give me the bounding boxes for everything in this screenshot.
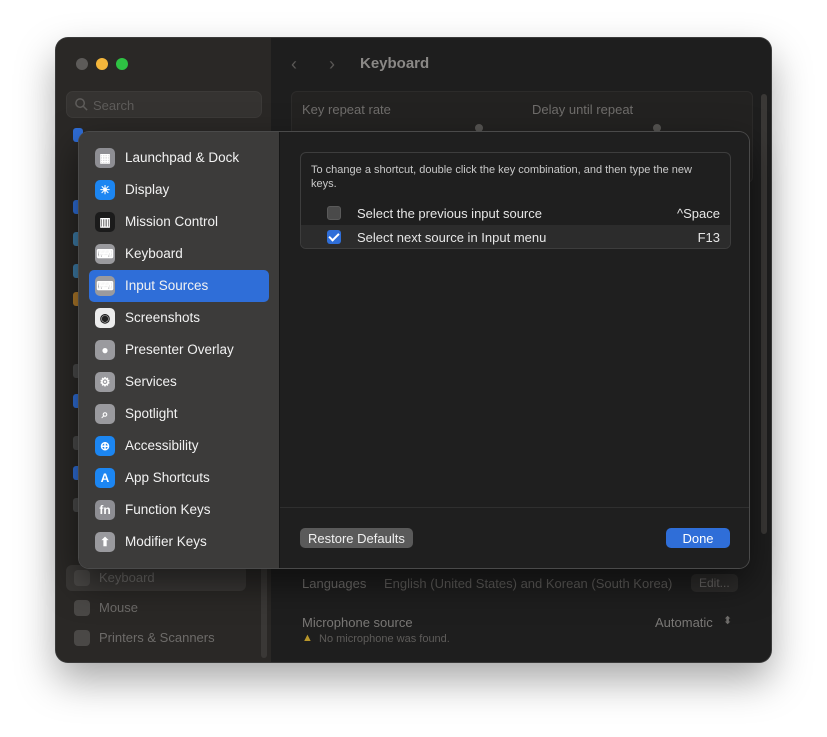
sidebar-item-mouse[interactable]: Mouse <box>66 595 246 621</box>
shortcut-key[interactable]: ^Space <box>677 206 720 221</box>
languages-edit-button[interactable]: Edit... <box>691 574 738 592</box>
microphone-warning-text: No microphone was found. <box>319 633 450 645</box>
warning-icon: ▲ <box>302 632 313 644</box>
mission-control-icon: ▥ <box>95 212 115 232</box>
printer-icon <box>74 630 90 646</box>
input-sources-icon: ⌨ <box>95 276 115 296</box>
category-app-shortcuts[interactable]: A App Shortcuts <box>89 462 269 494</box>
shortcut-checkbox[interactable] <box>327 206 341 220</box>
category-label: Modifier Keys <box>125 534 207 549</box>
microphone-source-label: Microphone source <box>302 615 413 630</box>
stepper-chevrons-icon[interactable]: ⬍ <box>723 614 732 627</box>
gear-icon: ⚙ <box>95 372 115 392</box>
category-launchpad-dock[interactable]: ▦ Launchpad & Dock <box>89 142 269 174</box>
restore-defaults-button[interactable]: Restore Defaults <box>300 528 413 548</box>
shortcuts-detail: To change a shortcut, double click the k… <box>280 132 749 568</box>
category-label: Presenter Overlay <box>125 342 234 357</box>
category-label: Input Sources <box>125 278 209 293</box>
main-scrollbar[interactable] <box>761 94 767 534</box>
sidebar-item-label: Keyboard <box>99 570 155 585</box>
shortcut-categories-list: ▦ Launchpad & Dock ☀ Display ▥ Mission Contro… <box>79 132 280 568</box>
search-icon <box>75 98 88 111</box>
window-title: Keyboard <box>360 55 430 72</box>
languages-value: English (United States) and Korean (Sout… <box>384 576 673 591</box>
category-label: Services <box>125 374 177 389</box>
shortcut-row[interactable]: Select next source in Input menu F13 <box>301 225 730 248</box>
keyboard-icon <box>74 570 90 586</box>
category-spotlight[interactable]: ⌕ Spotlight <box>89 398 269 430</box>
keyboard-icon: ⌨ <box>95 244 115 264</box>
languages-label: Languages <box>302 576 367 591</box>
category-label: Display <box>125 182 170 197</box>
zoom-window-button[interactable] <box>116 58 128 70</box>
screenshot-icon: ◉ <box>95 308 115 328</box>
keyboard-shortcuts-sheet: ▦ Launchpad & Dock ☀ Display ▥ Mission Contro… <box>79 132 749 568</box>
category-label: App Shortcuts <box>125 470 210 485</box>
search-icon: ⌕ <box>95 404 115 424</box>
shortcuts-table: To change a shortcut, double click the k… <box>300 152 731 249</box>
category-accessibility[interactable]: ⊕ Accessibility <box>89 430 269 462</box>
category-label: Launchpad & Dock <box>125 150 240 165</box>
back-chevron-icon[interactable]: ‹ <box>291 54 297 75</box>
microphone-source-value[interactable]: Automatic <box>655 615 713 630</box>
category-mission-control[interactable]: ▥ Mission Control <box>89 206 269 238</box>
category-function-keys[interactable]: fn Function Keys <box>89 494 269 526</box>
category-label: Accessibility <box>125 438 199 453</box>
sidebar-item-label: Mouse <box>99 600 139 615</box>
close-window-button[interactable] <box>76 58 88 70</box>
shortcut-key[interactable]: F13 <box>698 230 720 245</box>
accessibility-icon: ⊕ <box>95 436 115 456</box>
sidebar-item-printers[interactable]: Printers & Scanners <box>66 625 246 651</box>
key-repeat-slider-knob[interactable] <box>475 124 483 132</box>
sun-icon: ☀ <box>95 180 115 200</box>
shortcut-checkbox[interactable] <box>327 230 341 244</box>
category-label: Mission Control <box>125 214 219 229</box>
sidebar-item-keyboard[interactable]: Keyboard <box>66 565 246 591</box>
forward-chevron-icon[interactable]: › <box>329 54 335 75</box>
done-button[interactable]: Done <box>666 528 730 548</box>
shortcut-row[interactable]: Select the previous input source ^Space <box>301 201 730 225</box>
sidebar-search-field[interactable]: Search <box>66 91 262 118</box>
category-screenshots[interactable]: ◉ Screenshots <box>89 302 269 334</box>
category-label: Screenshots <box>125 310 201 325</box>
category-keyboard[interactable]: ⌨ Keyboard <box>89 238 269 270</box>
category-label: Keyboard <box>125 246 183 261</box>
category-presenter-overlay[interactable]: ● Presenter Overlay <box>89 334 269 366</box>
fn-icon: fn <box>95 500 115 520</box>
launchpad-icon: ▦ <box>95 148 115 168</box>
category-services[interactable]: ⚙ Services <box>89 366 269 398</box>
sidebar-item-label: Printers & Scanners <box>99 630 215 645</box>
shortcut-hint-text: To change a shortcut, double click the k… <box>311 164 692 190</box>
footer-divider <box>280 507 749 508</box>
shortcut-label: Select the previous input source <box>357 206 542 221</box>
delay-slider-knob[interactable] <box>653 124 661 132</box>
category-label: Function Keys <box>125 502 211 517</box>
shortcut-label: Select next source in Input menu <box>357 230 547 245</box>
category-display[interactable]: ☀ Display <box>89 174 269 206</box>
mouse-icon <box>74 600 90 616</box>
category-label: Spotlight <box>125 406 178 421</box>
key-repeat-label: Key repeat rate <box>302 102 391 117</box>
category-input-sources[interactable]: ⌨ Input Sources <box>89 270 269 302</box>
app-store-icon: A <box>95 468 115 488</box>
search-placeholder: Search <box>93 98 135 113</box>
minimize-window-button[interactable] <box>96 58 108 70</box>
presenter-icon: ● <box>95 340 115 360</box>
delay-until-repeat-label: Delay until repeat <box>532 102 634 117</box>
category-modifier-keys[interactable]: ⬆ Modifier Keys <box>89 526 269 558</box>
modifier-arrow-icon: ⬆ <box>95 532 115 552</box>
